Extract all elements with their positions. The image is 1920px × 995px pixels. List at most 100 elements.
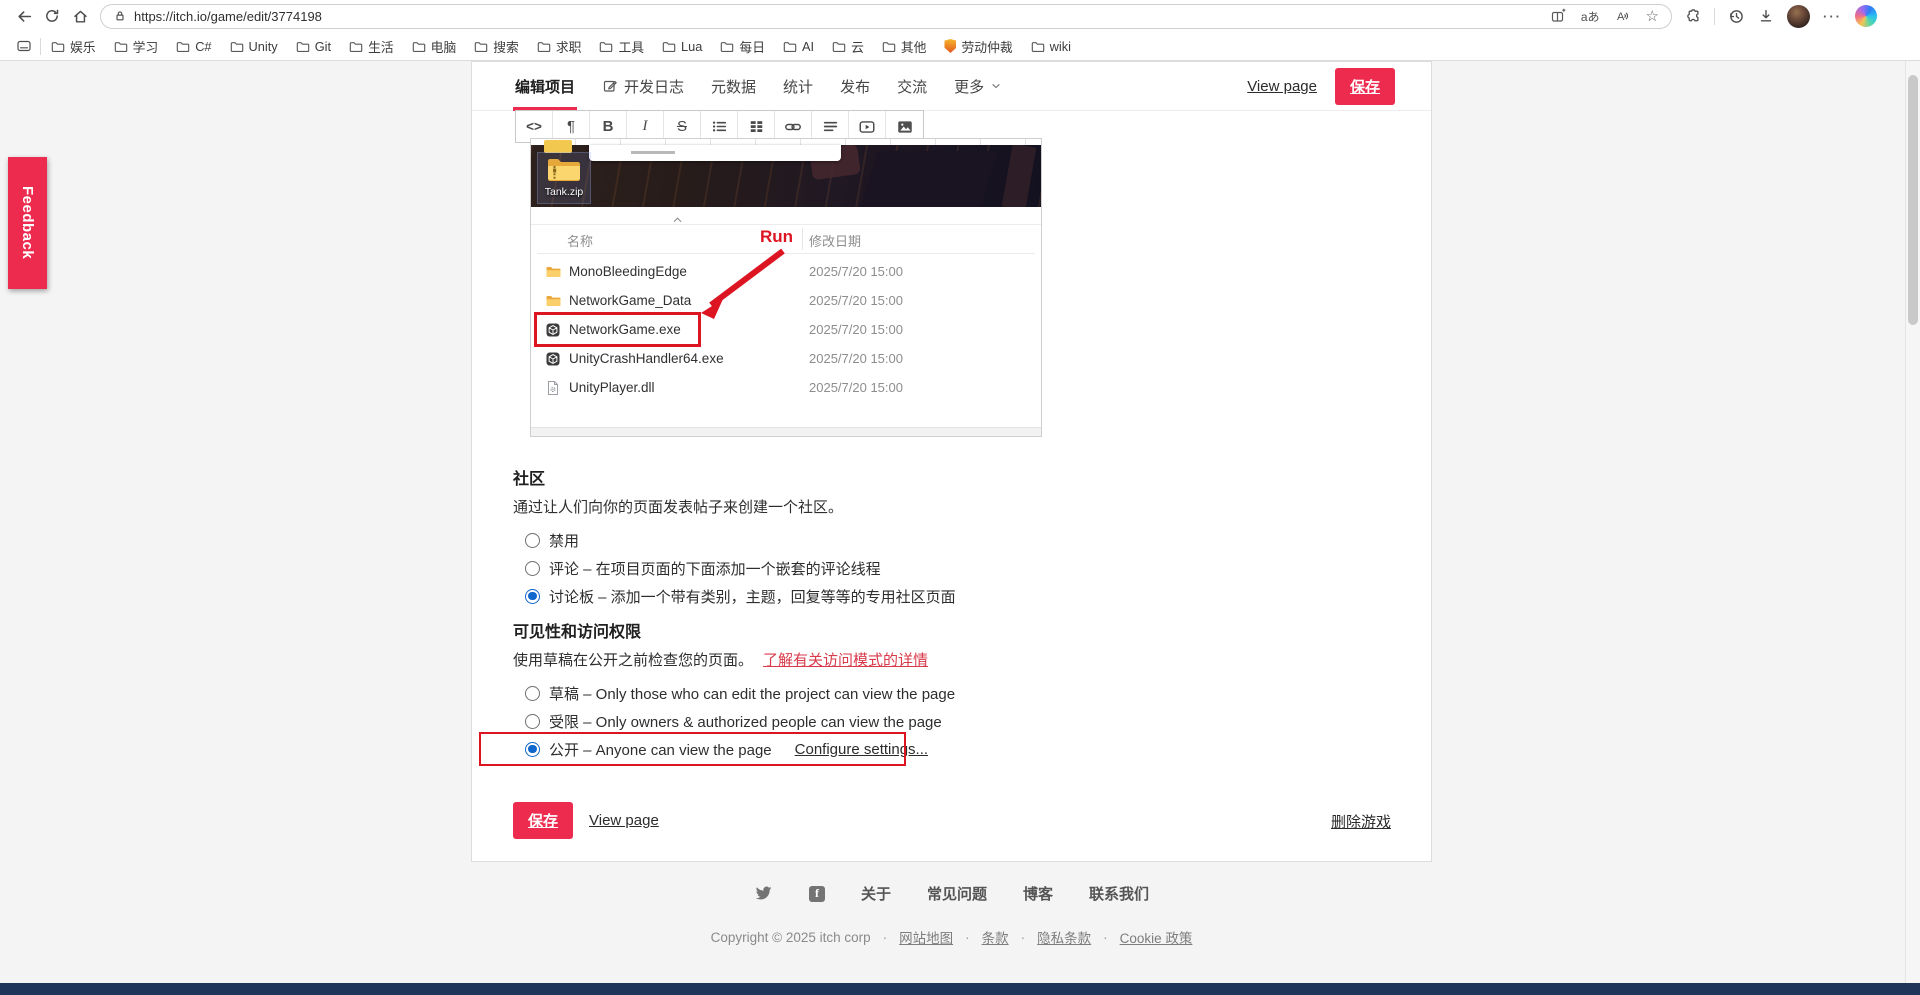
footer-faq-link[interactable]: 常见问题 bbox=[927, 883, 987, 904]
bookmark-item[interactable]: 其他 bbox=[874, 34, 935, 59]
bookmark-item[interactable]: 工具 bbox=[591, 34, 652, 59]
bookmark-item[interactable]: 求职 bbox=[529, 34, 590, 59]
save-button-top[interactable]: 保存 bbox=[1334, 67, 1395, 105]
bookmark-item[interactable]: Git bbox=[288, 36, 339, 57]
bookmark-label: 每日 bbox=[739, 39, 765, 55]
footer-contact-link[interactable]: 联系我们 bbox=[1089, 883, 1149, 904]
read-aloud-icon[interactable]: A bbox=[1615, 8, 1631, 24]
radio-button[interactable] bbox=[525, 532, 540, 548]
configure-settings-link[interactable]: Configure settings... bbox=[795, 741, 928, 758]
menu-text-fragment bbox=[631, 151, 675, 154]
sitemap-link[interactable]: 网站地图 bbox=[899, 927, 953, 947]
radio-button[interactable] bbox=[525, 713, 540, 729]
run-annotation-label: Run bbox=[760, 227, 794, 246]
extensions-icon[interactable] bbox=[1684, 8, 1701, 25]
browser-menu-icon[interactable]: ··· bbox=[1823, 9, 1842, 24]
page-scrollbar[interactable] bbox=[1905, 61, 1920, 983]
refresh-button[interactable] bbox=[38, 3, 66, 29]
bookmark-item[interactable]: C# bbox=[168, 36, 219, 57]
visibility-option-restricted[interactable]: 受限 – Only owners & authorized people can… bbox=[513, 707, 955, 735]
option-label: 公开 – Anyone can view the page bbox=[549, 741, 772, 759]
bookmark-item[interactable]: wiki bbox=[1023, 36, 1079, 57]
home-button[interactable] bbox=[66, 3, 94, 29]
chevron-down-icon bbox=[990, 80, 1002, 92]
delete-game-link[interactable]: 删除游戏 bbox=[1331, 811, 1391, 832]
bookmark-label: C# bbox=[195, 38, 212, 54]
split-screen-icon[interactable] bbox=[1550, 8, 1566, 24]
bookmarks-divider bbox=[40, 37, 41, 55]
copilot-icon[interactable] bbox=[1855, 5, 1877, 27]
downloads-icon[interactable] bbox=[1758, 8, 1774, 24]
twitter-icon[interactable] bbox=[754, 886, 773, 902]
bookmark-item[interactable]: Lua bbox=[654, 36, 710, 57]
tab-metadata[interactable]: 元数据 bbox=[711, 62, 756, 110]
view-page-link-top[interactable]: View page bbox=[1247, 78, 1317, 95]
community-option-discussion-board[interactable]: 讨论板 – 添加一个带有类别，主题，回复等等的专用社区页面 bbox=[513, 582, 956, 610]
radio-button[interactable] bbox=[525, 560, 540, 576]
community-option-disabled[interactable]: 禁用 bbox=[513, 526, 956, 554]
file-date: 2025/7/20 15:00 bbox=[809, 380, 903, 395]
edit-project-panel: 编辑项目 开发日志 元数据 统计 发布 交流 更多 View page 保存 <… bbox=[471, 61, 1432, 862]
feedback-tab[interactable]: Feedback bbox=[8, 157, 47, 289]
tab-devlog[interactable]: 开发日志 bbox=[602, 62, 684, 110]
bookmark-label: 求职 bbox=[555, 39, 582, 55]
bookmark-label: AI bbox=[801, 38, 815, 54]
tab-interact[interactable]: 交流 bbox=[897, 62, 927, 110]
access-mode-learn-more-link[interactable]: 了解有关访问模式的详情 bbox=[763, 652, 928, 669]
folder-icon bbox=[882, 40, 896, 53]
bookmark-item[interactable]: 劳动仲裁 bbox=[936, 34, 1020, 59]
bookmark-item[interactable]: 生活 bbox=[341, 34, 402, 59]
furniture-shape bbox=[1001, 143, 1037, 211]
folder-icon bbox=[832, 40, 846, 53]
option-label: 受限 – Only owners & authorized people can… bbox=[549, 713, 942, 731]
bookmark-item[interactable]: 每日 bbox=[712, 34, 773, 59]
save-button[interactable]: 保存 bbox=[513, 802, 574, 839]
history-icon[interactable] bbox=[1728, 8, 1745, 25]
visibility-option-draft[interactable]: 草稿 – Only those who can edit the project… bbox=[513, 679, 955, 707]
bookmark-label: 劳动仲裁 bbox=[961, 39, 1013, 55]
bookmark-item[interactable]: 学习 bbox=[106, 34, 167, 59]
terms-link[interactable]: 条款 bbox=[982, 927, 1009, 947]
sort-ascending-caret-icon bbox=[673, 217, 682, 223]
bottom-actions: 保存 View page bbox=[513, 802, 659, 839]
taskbar-edge-strip bbox=[0, 983, 1920, 995]
tab-more[interactable]: 更多 bbox=[954, 62, 1002, 110]
folder-icon bbox=[545, 264, 561, 280]
favorite-star-icon[interactable]: ☆ bbox=[1646, 9, 1659, 24]
bookmark-label: 工具 bbox=[618, 39, 645, 55]
tab-label: 交流 bbox=[897, 78, 928, 96]
bookmark-item[interactable]: Unity bbox=[222, 36, 286, 57]
footer-blog-link[interactable]: 博客 bbox=[1023, 883, 1053, 904]
tab-analytics[interactable]: 统计 bbox=[783, 62, 813, 110]
bookmark-item[interactable]: 电脑 bbox=[404, 34, 465, 59]
radio-button[interactable] bbox=[525, 685, 540, 701]
bookmark-item[interactable]: 搜索 bbox=[466, 34, 527, 59]
svg-text:A: A bbox=[1617, 11, 1625, 23]
bookmark-label: Git bbox=[314, 38, 332, 54]
tab-distribute[interactable]: 发布 bbox=[840, 62, 870, 110]
column-divider bbox=[802, 228, 803, 250]
bookmark-item[interactable]: 云 bbox=[824, 34, 872, 59]
footer-about-link[interactable]: 关于 bbox=[861, 883, 891, 904]
option-label: 讨论板 – 添加一个带有类别，主题，回复等等的专用社区页面 bbox=[549, 588, 956, 606]
translate-icon[interactable]: aあ bbox=[1581, 8, 1600, 25]
file-date: 2025/7/20 15:00 bbox=[809, 351, 903, 366]
file-row: MonoBleedingEdge 2025/7/20 15:00 bbox=[531, 257, 1041, 286]
profile-avatar[interactable] bbox=[1787, 4, 1810, 28]
privacy-link[interactable]: 隐私条款 bbox=[1037, 927, 1091, 947]
bookmark-item[interactable]: AI bbox=[775, 36, 822, 57]
facebook-icon[interactable]: f bbox=[808, 885, 825, 902]
folder-icon bbox=[296, 40, 310, 53]
bookmark-item[interactable]: 娱乐 bbox=[43, 34, 104, 59]
cookie-policy-link[interactable]: Cookie 政策 bbox=[1120, 927, 1193, 947]
radio-button-selected[interactable] bbox=[525, 741, 540, 757]
radio-button-selected[interactable] bbox=[525, 588, 540, 604]
tab-edit-project[interactable]: 编辑项目 bbox=[512, 62, 578, 111]
address-bar[interactable]: https://itch.io/game/edit/3774198 aあ A ☆ bbox=[100, 3, 1672, 29]
community-option-comments[interactable]: 评论 – 在项目页面的下面添加一个嵌套的评论线程 bbox=[513, 554, 956, 582]
back-button[interactable] bbox=[10, 3, 38, 29]
view-page-link[interactable]: View page bbox=[589, 812, 659, 829]
visibility-option-public[interactable]: 公开 – Anyone can view the page Configure … bbox=[479, 732, 955, 766]
scrollbar-thumb[interactable] bbox=[1908, 75, 1918, 325]
workspaces-icon[interactable] bbox=[10, 33, 38, 59]
